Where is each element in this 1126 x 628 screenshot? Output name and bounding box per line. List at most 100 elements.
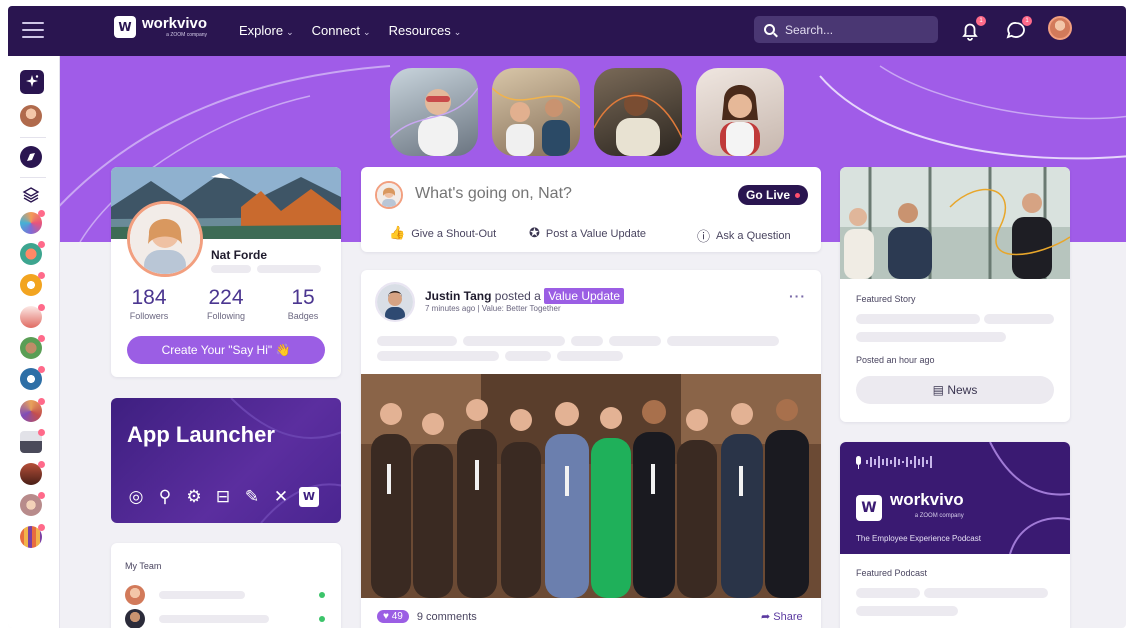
app-launcher-card[interactable]: App Launcher ◎ ⚲ ⚙ ⊟ ✎ ✕ W <box>111 398 341 523</box>
question-icon: ⓘ <box>697 230 711 245</box>
rail-space-1[interactable] <box>20 210 45 234</box>
post-verb: posted a <box>494 289 541 303</box>
post-group-photo[interactable] <box>361 374 821 598</box>
ask-question-button[interactable]: ⓘ Ask a Question <box>697 226 791 246</box>
app-window: W workvivo a ZOOM company Explore ⌄ Conne… <box>8 6 1126 628</box>
go-live-button[interactable]: Go Live <box>738 185 809 205</box>
team-member-row[interactable] <box>125 609 325 628</box>
post-author-line: Justin Tang posted a Value Update <box>425 288 625 304</box>
rail-space-10[interactable] <box>20 524 45 548</box>
sparkle-icon[interactable] <box>20 70 44 94</box>
post-author-name[interactable]: Justin Tang <box>425 289 491 303</box>
nav-connect[interactable]: Connect ⌄ <box>312 23 371 38</box>
main-nav: Explore ⌄ Connect ⌄ Resources ⌄ <box>239 23 461 38</box>
user-avatar[interactable] <box>1048 16 1072 40</box>
rail-space-5[interactable] <box>20 335 45 359</box>
value-update-badge[interactable]: Value Update <box>544 288 625 304</box>
tools-icon[interactable]: ✕ <box>270 486 292 508</box>
composer-input[interactable] <box>415 185 675 203</box>
workvivo-logo-mark: W <box>856 495 882 521</box>
post-reactions: ♥ 49 9 comments <box>377 610 477 623</box>
team-member-avatar <box>125 585 145 605</box>
rail-space-3[interactable] <box>20 272 45 296</box>
profile-avatar[interactable] <box>127 201 203 277</box>
story-3[interactable] <box>594 68 682 156</box>
give-shout-out-button[interactable]: 👍 Give a Shout-Out <box>389 226 496 241</box>
nav-explore[interactable]: Explore ⌄ <box>239 23 294 38</box>
lock-icon[interactable] <box>20 366 45 390</box>
compass-icon[interactable] <box>20 146 42 168</box>
app-launcher-title: App Launcher <box>127 422 275 447</box>
news-button[interactable]: ▤ News <box>856 376 1054 404</box>
followers-count: 184 <box>131 286 167 309</box>
edit-icon[interactable]: ✎ <box>241 486 263 508</box>
featured-story-image <box>840 167 1070 279</box>
composer-avatar <box>375 181 403 209</box>
rail-space-6[interactable] <box>20 398 45 422</box>
messages-badge: 1 <box>1022 16 1032 26</box>
team-member-row[interactable] <box>125 585 325 607</box>
menu-icon[interactable] <box>22 22 44 38</box>
top-navigation-bar: W workvivo a ZOOM company Explore ⌄ Conne… <box>8 6 1126 56</box>
search-icon[interactable]: ⚲ <box>154 486 176 508</box>
rail-avatar-profile[interactable] <box>20 105 42 127</box>
rail-space-4[interactable] <box>20 304 45 328</box>
rail-space-7[interactable] <box>20 429 45 453</box>
post-value-update-button[interactable]: ✪ Post a Value Update <box>529 226 646 241</box>
value-icon: ✪ <box>529 226 540 241</box>
following-stat[interactable]: 224 Following <box>196 286 256 322</box>
podcast-banner: W workvivo a ZOOM company The Employee Ex… <box>840 442 1070 554</box>
featured-podcast-label: Featured Podcast <box>856 568 928 578</box>
like-count: 49 <box>391 611 403 622</box>
rail-space-2[interactable] <box>20 241 45 265</box>
rail-space-8[interactable] <box>20 461 45 485</box>
team-member-avatar <box>125 609 145 628</box>
microphone-icon <box>856 456 861 469</box>
badges-stat[interactable]: 15 Badges <box>273 286 333 322</box>
share-button[interactable]: ➦ Share <box>761 610 803 623</box>
story-1[interactable] <box>390 68 478 156</box>
profile-name: Nat Forde <box>211 248 268 262</box>
nav-resources[interactable]: Resources ⌄ <box>389 23 462 38</box>
following-count: 224 <box>208 286 244 309</box>
logo-subtitle: a ZOOM company <box>166 32 208 38</box>
more-options-icon[interactable]: ··· <box>789 288 806 304</box>
post-meta: 7 minutes ago | Value: Better Together <box>425 304 561 313</box>
badges-count: 15 <box>291 286 315 309</box>
my-team-card: My Team <box>111 543 341 628</box>
rail-space-9[interactable] <box>20 492 45 516</box>
messages-button[interactable]: 1 <box>1004 16 1032 43</box>
heart-icon: ♥ <box>383 611 389 622</box>
featured-story-label: Featured Story <box>856 294 916 304</box>
gear-icon[interactable]: ⚙ <box>183 486 205 508</box>
podcast-subtitle: The Employee Experience Podcast <box>856 534 981 543</box>
chevron-down-icon: ⌄ <box>286 27 294 37</box>
notifications-button[interactable]: 1 <box>958 16 986 43</box>
chevron-down-icon: ⌄ <box>453 27 462 37</box>
badges-label: Badges <box>287 311 319 321</box>
story-2[interactable] <box>492 68 580 156</box>
search-input[interactable] <box>785 22 925 37</box>
comments-link[interactable]: 9 comments <box>417 611 477 623</box>
workvivo-logo[interactable]: W workvivo a ZOOM company <box>114 16 207 38</box>
my-team-title: My Team <box>125 561 162 571</box>
search-bar[interactable] <box>754 16 938 43</box>
chrome-icon[interactable]: ◎ <box>125 486 147 508</box>
thumbs-up-icon: 👍 <box>389 226 406 241</box>
following-label: Following <box>206 311 246 321</box>
workvivo-icon[interactable]: W <box>299 487 319 507</box>
document-icon: ▤ <box>932 383 944 397</box>
layers-icon[interactable] <box>20 184 42 206</box>
story-4[interactable] <box>696 68 784 156</box>
featured-story-card[interactable]: Featured Story Posted an hour ago ▤ News <box>840 167 1070 422</box>
online-status-dot <box>319 616 325 622</box>
followers-label: Followers <box>129 311 169 321</box>
say-hi-button[interactable]: Create Your "Say Hi" 👋 <box>127 336 325 364</box>
followers-stat[interactable]: 184 Followers <box>119 286 179 322</box>
post-author-avatar[interactable] <box>375 282 415 322</box>
like-button[interactable]: ♥ 49 <box>377 610 409 623</box>
app-launcher-icons: ◎ ⚲ ⚙ ⊟ ✎ ✕ W <box>125 486 319 508</box>
chevron-down-icon: ⌄ <box>363 27 371 37</box>
briefcase-icon[interactable]: ⊟ <box>212 486 234 508</box>
featured-podcast-card[interactable]: W workvivo a ZOOM company The Employee Ex… <box>840 442 1070 628</box>
